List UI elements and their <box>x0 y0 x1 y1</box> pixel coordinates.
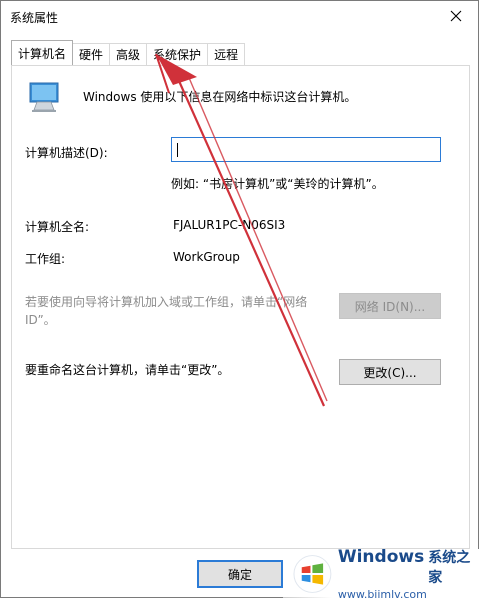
computer-description-label: 计算机描述(D): <box>25 146 108 160</box>
tab-advanced[interactable]: 高级 <box>109 43 148 65</box>
system-properties-window: 系统属性 计算机名 硬件 高级 系统保护 远程 Windows 使用以下信息在网… <box>0 0 479 598</box>
full-name-value: FJALUR1PC-N06SI3 <box>173 218 286 232</box>
tab-computer-name[interactable]: 计算机名 <box>11 40 74 65</box>
tab-remote[interactable]: 远程 <box>207 43 246 65</box>
watermark-cn: 系统之家 <box>428 550 471 586</box>
workgroup-label: 工作组: <box>25 252 66 266</box>
workgroup-value: WorkGroup <box>173 250 240 264</box>
watermark-text: Windows 系统之家 www.bjjmlv.com <box>338 547 479 598</box>
close-icon <box>450 10 462 22</box>
close-button[interactable] <box>434 1 478 31</box>
watermark-url: www.bjjmlv.com <box>337 588 427 598</box>
watermark: Windows 系统之家 www.bjjmlv.com <box>283 547 479 598</box>
full-name-label: 计算机全名: <box>25 220 90 234</box>
windows-logo-icon <box>293 555 332 593</box>
ok-button[interactable]: 确定 <box>197 560 283 588</box>
title-bar: 系统属性 <box>1 1 478 33</box>
change-button[interactable]: 更改(C)... <box>339 359 441 385</box>
description-text: Windows 使用以下信息在网络中标识这台计算机。 <box>83 90 357 104</box>
tab-hardware[interactable]: 硬件 <box>72 43 111 65</box>
tab-strip: 计算机名 硬件 高级 系统保护 远程 <box>11 40 246 65</box>
computer-icon <box>29 82 59 112</box>
window-title: 系统属性 <box>10 11 59 25</box>
tab-system-protection[interactable]: 系统保护 <box>146 43 209 65</box>
text-caret <box>177 143 178 157</box>
computer-description-input[interactable] <box>171 137 441 162</box>
rename-info: 要重命名这台计算机，请单击“更改”。 <box>25 363 230 377</box>
example-text: 例如: “书房计算机”或“美玲的计算机”。 <box>171 177 384 191</box>
network-id-info: 若要使用向导将计算机加入域或工作组，请单击“网络 ID”。 <box>25 295 308 327</box>
network-id-button[interactable]: 网络 ID(N)... <box>339 293 441 319</box>
watermark-brand: Windows <box>337 547 425 567</box>
